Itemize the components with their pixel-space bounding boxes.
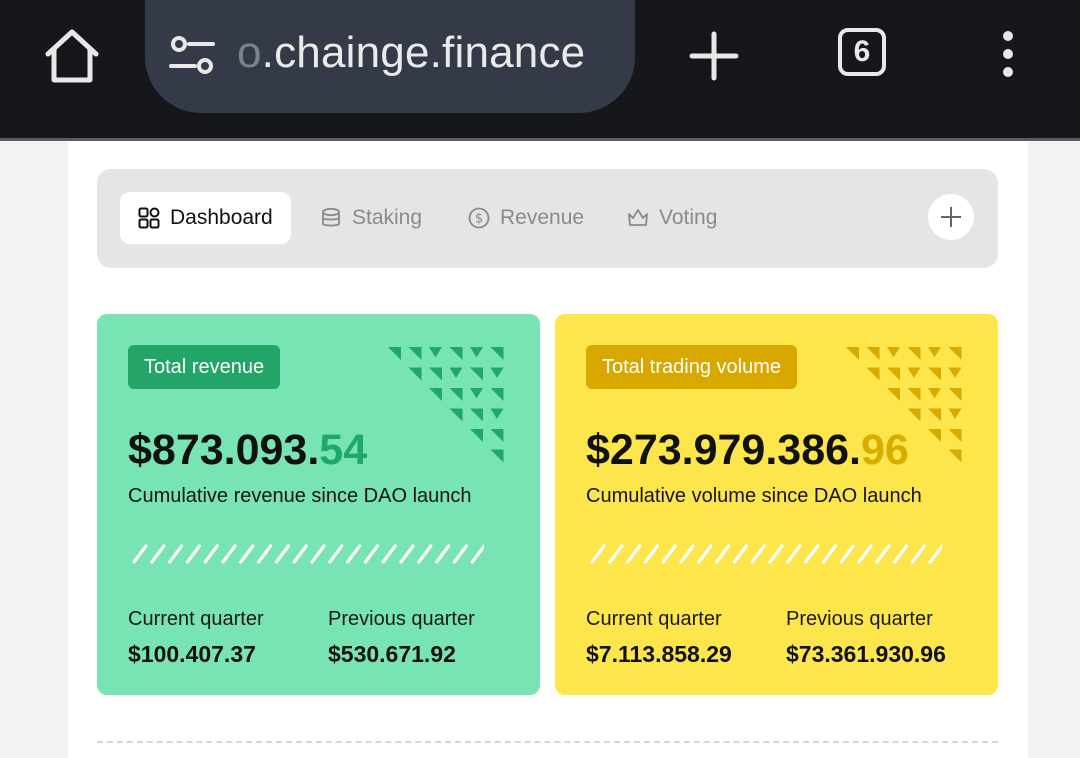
card-subtitle: Cumulative revenue since DAO launch [128,485,472,507]
current-quarter-value: $7.113.858.29 [586,641,732,667]
browser-toolbar: o.chainge.finance 6 [0,0,1080,138]
section-divider [97,741,998,743]
svg-text:$: $ [475,212,483,227]
hatch-divider [132,544,484,564]
total-revenue-card: Total revenue $873.093.54 Cumulative rev… [97,314,540,695]
dashboard-tab-bar: Dashboard Staking $ Revenue Voting [97,169,998,268]
amount-cents: 96 [861,426,909,474]
url-text[interactable]: o.chainge.finance [237,28,585,78]
plus-icon [941,207,961,227]
page-content: Dashboard Staking $ Revenue Voting Total… [68,141,1028,758]
tab-revenue[interactable]: $ Revenue [468,192,584,244]
current-quarter-value: $100.407.37 [128,641,256,667]
tab-label: Voting [659,206,718,229]
current-quarter-label: Current quarter [586,608,722,630]
more-menu-icon[interactable] [996,28,1020,84]
database-icon [322,207,340,227]
tab-dashboard[interactable]: Dashboard [120,192,291,244]
home-icon[interactable] [40,26,104,86]
card-badge: Total trading volume [586,345,797,389]
triangle-pattern-icon [388,347,504,463]
total-volume-amount: $273.979.386.96 [586,426,909,475]
url-faded-part: o [237,28,262,77]
card-badge: Total revenue [128,345,281,389]
amount-main: $873.093. [128,426,320,474]
card-subtitle: Cumulative volume since DAO launch [586,485,922,507]
previous-quarter-value: $530.671.92 [328,641,456,667]
previous-quarter-label: Previous quarter [786,608,933,630]
dollar-circle-icon: $ [468,207,490,229]
tab-count-button[interactable]: 6 [838,28,886,76]
amount-main: $273.979.386. [586,426,861,474]
tab-voting[interactable]: Voting [627,192,717,244]
new-tab-plus-icon[interactable] [686,28,742,84]
previous-quarter-value: $73.361.930.96 [786,641,946,667]
add-tab-button[interactable] [928,194,974,240]
current-quarter-label: Current quarter [128,608,264,630]
amount-cents: 54 [319,426,368,474]
url-domain: .chainge.finance [261,28,586,77]
tab-label: Staking [352,206,423,229]
tab-label: Dashboard [170,206,273,229]
grid-icon [138,207,160,229]
tab-label: Revenue [500,206,585,229]
crown-icon [628,209,648,226]
total-revenue-amount: $873.093.54 [128,426,367,475]
previous-quarter-label: Previous quarter [328,608,475,630]
address-bar[interactable]: o.chainge.finance [145,0,635,113]
hatch-divider [590,544,942,564]
tab-staking[interactable]: Staking [320,192,422,244]
total-volume-card: Total trading volume $273.979.386.96 Cum… [555,314,998,695]
site-settings-icon[interactable] [167,34,217,78]
